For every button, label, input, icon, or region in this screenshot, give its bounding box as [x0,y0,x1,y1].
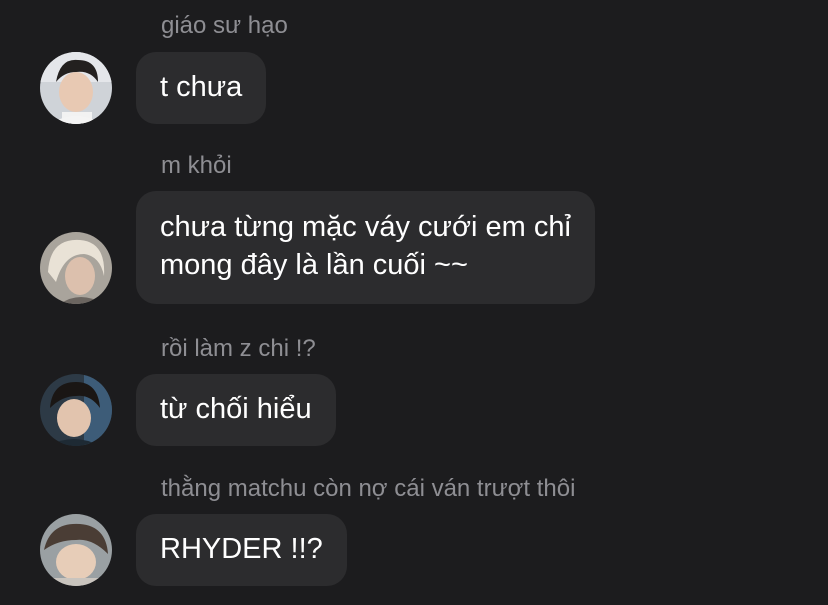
sender-name: giáo sư hạo [161,12,288,39]
sender-name: thằng matchu còn nợ cái ván trượt thôi [161,475,576,502]
sender-name: m khỏi [161,152,232,179]
sender-avatar[interactable] [40,52,112,124]
message-bubble[interactable]: RHYDER !!? [136,514,347,586]
message-text: từ chối hiểu [160,393,312,425]
message-text-line-2: mong đây là lần cuối ~~ [160,249,468,281]
message-text-line-1: chưa từng mặc váy cưới em chỉ [160,211,571,243]
message-bubble[interactable]: từ chối hiểu [136,374,336,446]
sender-avatar[interactable] [40,232,112,304]
sender-avatar[interactable] [40,374,112,446]
message-text: t chưa [160,71,243,103]
sender-name: rồi làm z chi !? [161,335,316,362]
sender-avatar[interactable] [40,514,112,586]
message-text: RHYDER !!? [160,533,323,565]
message-bubble[interactable]: t chưa [136,52,267,124]
message-bubble[interactable]: chưa từng mặc váy cưới em chỉ mong đây l… [136,191,595,304]
